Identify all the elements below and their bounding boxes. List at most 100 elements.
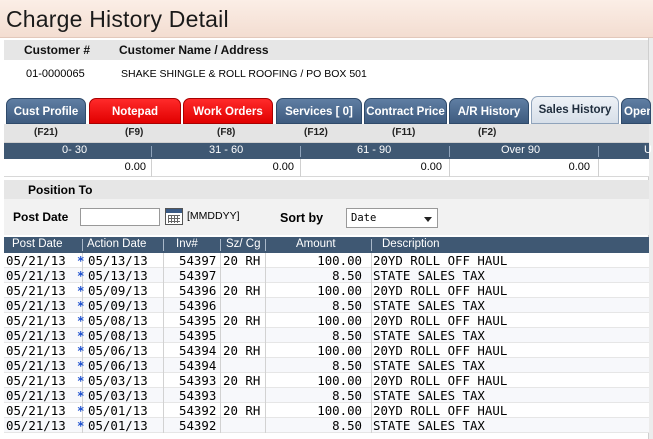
row-divider bbox=[371, 328, 372, 343]
customer-number-label: Customer # bbox=[24, 43, 91, 57]
aging-value-61-90: 0.00 bbox=[420, 161, 442, 173]
cell-post: 05/21/13 bbox=[6, 403, 66, 418]
cell-mark: * bbox=[77, 313, 85, 328]
col-description[interactable]: Description bbox=[382, 238, 440, 250]
table-row[interactable]: 05/21/13 * 05/03/13 54393 20 RH 100.00 20YD RO… bbox=[4, 373, 649, 388]
row-divider bbox=[163, 358, 164, 373]
table-row[interactable]: 05/21/13 * 05/13/13 54397 8.50 STATE SALES TA… bbox=[4, 268, 649, 283]
tab-cust-profile[interactable]: Cust Profile bbox=[6, 98, 86, 124]
row-divider bbox=[220, 343, 221, 358]
fkey-work-orders: (F8) bbox=[217, 127, 236, 138]
cell-amount: 100.00 bbox=[317, 283, 362, 298]
row-divider bbox=[163, 373, 164, 388]
aging-separator bbox=[449, 146, 450, 157]
table-row[interactable]: 05/21/13 * 05/01/13 54392 20 RH 100.00 20YD RO… bbox=[4, 403, 649, 418]
tab-notepad[interactable]: Notepad bbox=[89, 98, 181, 124]
col-size-charge[interactable]: Sz/ Cg bbox=[226, 238, 261, 250]
cell-action: 05/01/13 bbox=[88, 403, 148, 418]
row-divider bbox=[163, 253, 164, 268]
sort-by-label: Sort by bbox=[280, 211, 324, 225]
cell-action: 05/01/13 bbox=[88, 418, 148, 433]
column-separator bbox=[371, 239, 372, 251]
tab-label: Notepad bbox=[112, 106, 158, 118]
cell-post: 05/21/13 bbox=[6, 343, 66, 358]
row-divider bbox=[371, 388, 372, 403]
cell-post: 05/21/13 bbox=[6, 268, 66, 283]
grid-body: 05/21/13 * 05/13/13 54397 20 RH 100.00 20YD RO… bbox=[4, 253, 649, 439]
aging-bucket-over-90: Over 90 bbox=[501, 144, 541, 156]
tab-sales-history[interactable]: Sales History bbox=[531, 96, 619, 124]
table-row[interactable]: 05/21/13 * 05/09/13 54396 8.50 STATE SALES TA… bbox=[4, 298, 649, 313]
cell-mark: * bbox=[77, 343, 85, 358]
aging-value-separator bbox=[598, 159, 599, 177]
table-row[interactable]: 05/21/13 * 05/06/13 54394 8.50 STATE SALES TA… bbox=[4, 358, 649, 373]
cell-action: 05/03/13 bbox=[88, 388, 148, 403]
row-divider bbox=[220, 328, 221, 343]
row-divider bbox=[163, 388, 164, 403]
calendar-icon-grid bbox=[168, 215, 180, 223]
table-row[interactable]: 05/21/13 * 05/08/13 54395 8.50 STATE SALES TA… bbox=[4, 328, 649, 343]
post-date-label: Post Date bbox=[13, 210, 69, 224]
col-action-date[interactable]: Action Date bbox=[87, 238, 146, 250]
aging-separator bbox=[598, 146, 599, 157]
calendar-icon[interactable] bbox=[165, 208, 183, 225]
aging-bucket-61-90: 61 - 90 bbox=[357, 144, 392, 156]
aging-header: 0- 30 31 - 60 61 - 90 Over 90 U bbox=[4, 143, 652, 159]
tab-open[interactable]: Open bbox=[621, 98, 651, 124]
row-divider bbox=[371, 418, 372, 433]
table-row[interactable]: 05/21/13 * 05/13/13 54397 20 RH 100.00 20YD RO… bbox=[4, 253, 649, 268]
cell-inv: 54395 bbox=[179, 328, 217, 343]
tab-work-orders[interactable]: Work Orders bbox=[183, 98, 273, 124]
row-divider bbox=[371, 283, 372, 298]
row-divider bbox=[220, 313, 221, 328]
cell-desc: 20YD ROLL OFF HAUL bbox=[373, 313, 508, 328]
col-invoice[interactable]: Inv# bbox=[176, 238, 198, 250]
tab-services[interactable]: Services [ 0] bbox=[276, 98, 362, 124]
aging-value-separator bbox=[449, 159, 450, 177]
table-row[interactable]: 05/21/13 * 05/01/13 54392 8.50 STATE SALES TA… bbox=[4, 418, 649, 433]
column-separator bbox=[220, 239, 221, 251]
row-divider bbox=[163, 418, 164, 433]
row-divider bbox=[220, 373, 221, 388]
tab-ar-history[interactable]: A/R History bbox=[449, 98, 529, 124]
table-row[interactable]: 05/21/13 * 05/03/13 54393 8.50 STATE SALES TA… bbox=[4, 388, 649, 403]
column-separator bbox=[265, 239, 266, 251]
cell-desc: STATE SALES TAX bbox=[373, 298, 485, 313]
cell-action: 05/06/13 bbox=[88, 358, 148, 373]
tab-contract-price[interactable]: Contract Price bbox=[364, 98, 447, 124]
date-format-hint: [MMDDYY] bbox=[187, 210, 240, 222]
row-divider bbox=[371, 298, 372, 313]
cell-mark: * bbox=[77, 373, 85, 388]
cell-desc: 20YD ROLL OFF HAUL bbox=[373, 403, 508, 418]
calendar-icon-header bbox=[166, 209, 182, 213]
aging-values: 0.00 0.00 0.00 0.00 bbox=[4, 159, 649, 177]
page-title: Charge History Detail bbox=[6, 6, 229, 32]
column-separator bbox=[82, 239, 83, 251]
table-row[interactable]: 05/21/13 * 05/06/13 54394 20 RH 100.00 20YD RO… bbox=[4, 343, 649, 358]
cell-post: 05/21/13 bbox=[6, 358, 66, 373]
cell-size: 20 RH bbox=[223, 373, 261, 388]
aging-bucket-0-30: 0- 30 bbox=[62, 144, 88, 156]
cell-inv: 54395 bbox=[179, 313, 217, 328]
table-row[interactable]: 05/21/13 * 05/09/13 54396 20 RH 100.00 20YD RO… bbox=[4, 283, 649, 298]
fkey-notepad: (F9) bbox=[125, 127, 144, 138]
sort-by-select[interactable]: Date bbox=[346, 208, 438, 228]
tab-label: Cust Profile bbox=[13, 106, 79, 118]
col-post-date[interactable]: Post Date bbox=[12, 238, 63, 250]
cell-desc: 20YD ROLL OFF HAUL bbox=[373, 343, 508, 358]
cell-post: 05/21/13 bbox=[6, 418, 66, 433]
cell-desc: STATE SALES TAX bbox=[373, 358, 485, 373]
sort-by-value: Date bbox=[351, 212, 377, 224]
cell-post: 05/21/13 bbox=[6, 313, 66, 328]
cell-amount: 100.00 bbox=[317, 403, 362, 418]
customer-name-address: SHAKE SHINGLE & ROLL ROOFING / PO BOX 50… bbox=[121, 68, 367, 80]
cell-amount: 8.50 bbox=[332, 388, 362, 403]
row-divider bbox=[371, 268, 372, 283]
cell-size: 20 RH bbox=[223, 283, 261, 298]
customer-name-label: Customer Name / Address bbox=[119, 43, 269, 57]
post-date-input[interactable] bbox=[80, 208, 160, 226]
cell-desc: STATE SALES TAX bbox=[373, 268, 485, 283]
col-amount[interactable]: Amount bbox=[296, 238, 336, 250]
table-row[interactable]: 05/21/13 * 05/08/13 54395 20 RH 100.00 20YD RO… bbox=[4, 313, 649, 328]
row-divider bbox=[371, 373, 372, 388]
